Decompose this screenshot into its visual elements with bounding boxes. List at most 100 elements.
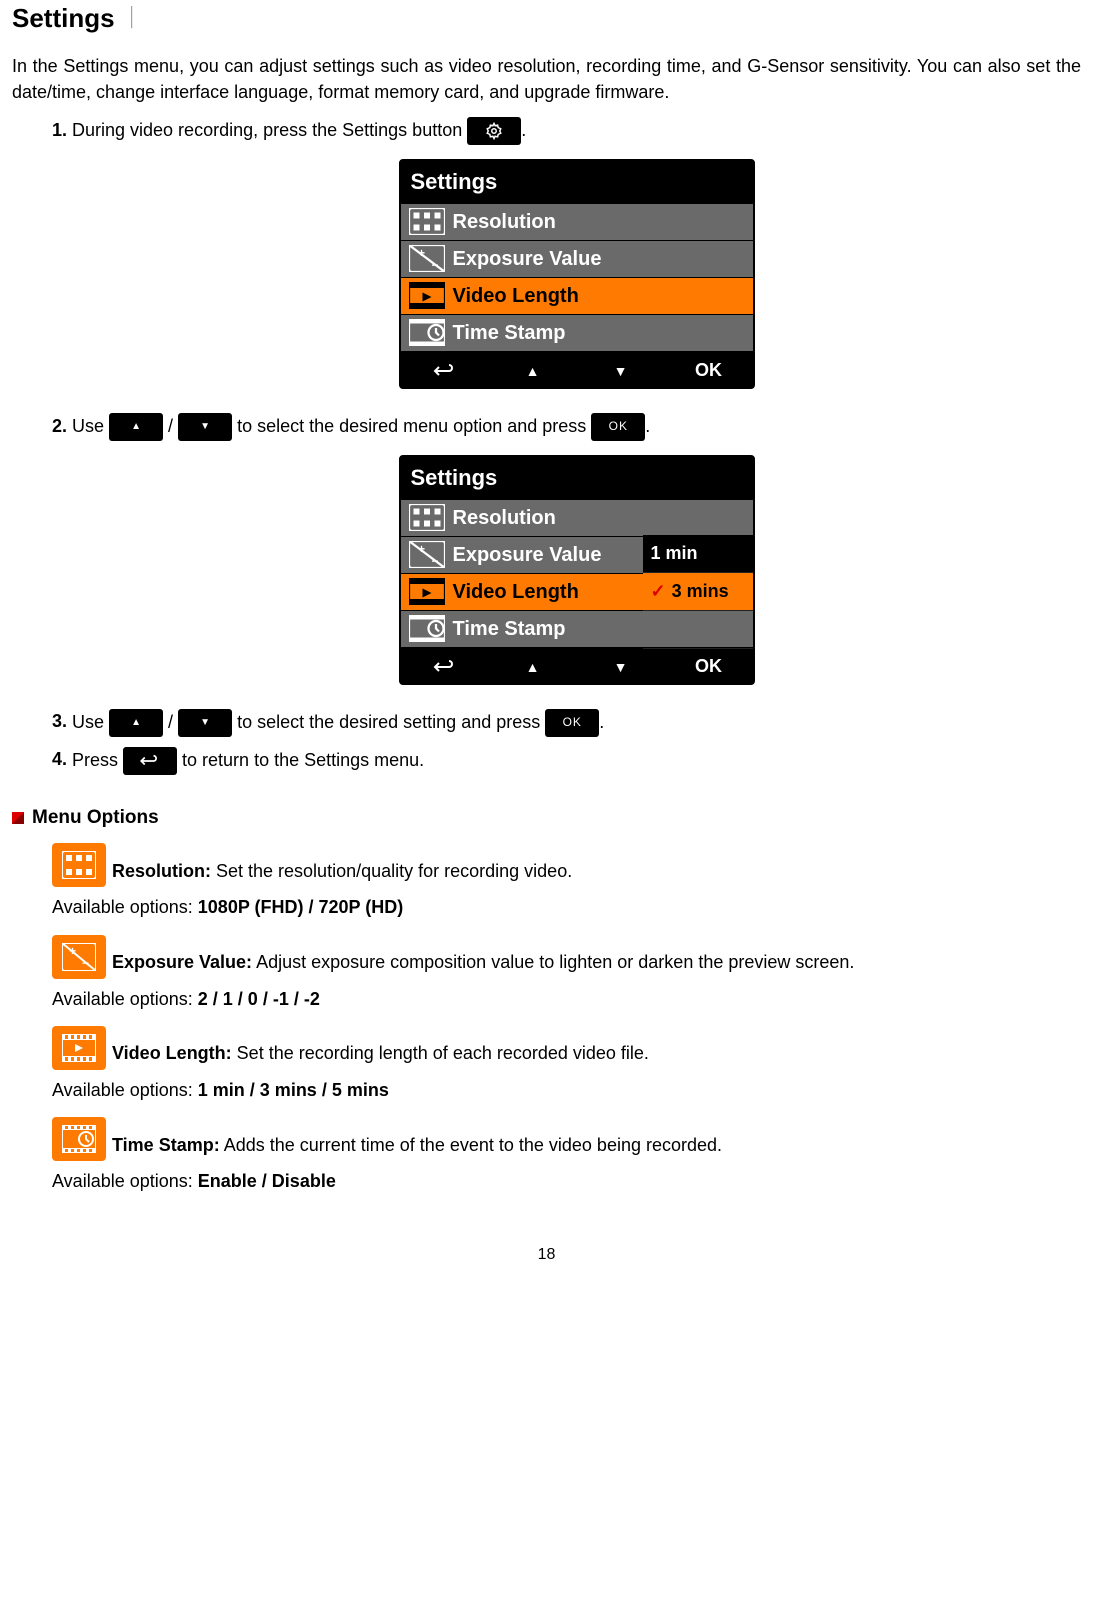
opt-timestamp-avail: Available options: Enable / Disable <box>52 1169 1081 1194</box>
timestamp-icon-2 <box>409 615 445 643</box>
opt-exposure-desc: Adjust exposure composition value to lig… <box>252 952 854 972</box>
ds1-timestamp-label: Time Stamp <box>453 319 566 347</box>
opt-videolength-avail-values: 1 min / 3 mins / 5 mins <box>198 1080 389 1100</box>
svg-text:+: + <box>69 944 76 958</box>
opt-exposure-title: Exposure Value: <box>112 952 252 972</box>
up-triangle-icon-2: ▲ <box>526 659 540 675</box>
ds2-up-button: ▲ <box>489 654 577 679</box>
ds2-bottombar: ▲ ▼ OK <box>401 648 753 683</box>
opt-videolength-title: Video Length: <box>112 1043 232 1063</box>
opt-exposure: +− Exposure Value: Adjust exposure compo… <box>52 935 1081 1012</box>
submenu-opt-1min: 1 min <box>643 535 753 573</box>
ds1-back-button <box>401 358 489 383</box>
ok-button-icon-2 <box>545 709 599 737</box>
step-1: During video recording, press the Settin… <box>72 117 1081 389</box>
up-button-icon <box>109 413 163 441</box>
exposure-option-icon: +− <box>52 935 106 979</box>
opt-timestamp: Time Stamp: Adds the current time of the… <box>52 1117 1081 1194</box>
timestamp-icon <box>409 319 445 347</box>
ds2-resolution-label: Resolution <box>453 504 556 532</box>
up-triangle-icon: ▲ <box>526 363 540 379</box>
ds1-videolength-label: Video Length <box>453 282 579 310</box>
svg-text:+: + <box>418 246 425 260</box>
videolength-icon <box>409 282 445 310</box>
opt-resolution-desc: Set the resolution/quality for recording… <box>211 861 572 881</box>
step-1-text: During video recording, press the Settin… <box>72 120 467 140</box>
opt-exposure-avail-values: 2 / 1 / 0 / -1 / -2 <box>198 989 320 1009</box>
down-triangle-icon: ▼ <box>614 363 628 379</box>
up-button-icon-2 <box>109 709 163 737</box>
ds1-row-timestamp: Time Stamp <box>401 315 753 352</box>
step-3-period: . <box>599 711 604 731</box>
opt-videolength: Video Length: Set the recording length o… <box>52 1026 1081 1103</box>
down-button-icon <box>178 413 232 441</box>
submenu-opt-3mins-label: 3 mins <box>672 579 729 604</box>
step-3-text-b: to select the desired setting and press <box>237 711 545 731</box>
opt-videolength-desc: Set the recording length of each recorde… <box>232 1043 649 1063</box>
menu-options-list: Resolution: Set the resolution/quality f… <box>12 843 1081 1194</box>
menu-options-title: Menu Options <box>32 805 159 832</box>
intro-paragraph: In the Settings menu, you can adjust set… <box>12 54 1081 104</box>
red-bullet-icon <box>12 812 24 824</box>
opt-resolution-avail-values: 1080P (FHD) / 720P (HD) <box>198 897 403 917</box>
opt-exposure-avail-label: Available options: <box>52 989 198 1009</box>
step-4: Press to return to the Settings menu. <box>72 747 1081 775</box>
submenu-opt-1min-label: 1 min <box>651 541 698 566</box>
opt-timestamp-avail-values: Enable / Disable <box>198 1171 336 1191</box>
opt-timestamp-title: Time Stamp: <box>112 1135 220 1155</box>
page-title: Settings︱ <box>12 0 1081 36</box>
resolution-icon-2 <box>409 504 445 532</box>
step-3-text-a: Use <box>72 711 109 731</box>
opt-videolength-avail-label: Available options: <box>52 1080 198 1100</box>
videolength-option-icon <box>52 1026 106 1070</box>
ds2-ok-button: OK <box>665 654 753 679</box>
timestamp-option-icon <box>52 1117 106 1161</box>
opt-resolution-avail-label: Available options: <box>52 897 198 917</box>
ok-button-icon <box>591 413 645 441</box>
step-1-period: . <box>521 120 526 140</box>
opt-videolength-text: Video Length: Set the recording length o… <box>112 1042 649 1069</box>
device-screen-2: Settings Resolution +− Exposure Value Vi… <box>399 455 755 685</box>
device-screen-1: Settings Resolution +− Exposure Value Vi… <box>399 159 755 389</box>
ds1-row-exposure: +− Exposure Value <box>401 241 753 278</box>
ds1-header: Settings <box>401 161 753 204</box>
svg-text:−: − <box>431 258 438 272</box>
ds2-exposure-label: Exposure Value <box>453 541 602 569</box>
opt-timestamp-avail-label: Available options: <box>52 1171 198 1191</box>
ds1-row-resolution: Resolution <box>401 204 753 241</box>
opt-timestamp-text: Time Stamp: Adds the current time of the… <box>112 1134 722 1161</box>
ds1-down-button: ▼ <box>577 358 665 383</box>
ds2-videolength-label: Video Length <box>453 578 579 606</box>
ds1-row-videolength: Video Length <box>401 278 753 315</box>
title-pipe: ︱ <box>119 3 145 33</box>
back-button-icon <box>123 747 177 775</box>
ds1-exposure-label: Exposure Value <box>453 245 602 273</box>
menu-options-header: Menu Options <box>12 805 1081 832</box>
opt-resolution-avail: Available options: 1080P (FHD) / 720P (H… <box>52 895 1081 920</box>
ds1-ok-button: OK <box>665 358 753 383</box>
ds2-row-videolength: Video Length 1 min ✓3 mins 5 mins <box>401 574 753 611</box>
submenu-opt-3mins: ✓3 mins <box>643 573 753 611</box>
exposure-icon: +− <box>409 245 445 273</box>
step-4-text-b: to return to the Settings menu. <box>182 749 424 769</box>
down-triangle-icon-2: ▼ <box>614 659 628 675</box>
svg-text:+: + <box>418 542 425 556</box>
ds2-down-button: ▼ <box>577 654 665 679</box>
ds1-bottombar: ▲ ▼ OK <box>401 352 753 387</box>
opt-resolution-title: Resolution: <box>112 861 211 881</box>
opt-exposure-text: Exposure Value: Adjust exposure composit… <box>112 951 854 978</box>
opt-resolution-text: Resolution: Set the resolution/quality f… <box>112 860 572 887</box>
opt-resolution: Resolution: Set the resolution/quality f… <box>52 843 1081 920</box>
gear-icon <box>467 117 521 145</box>
resolution-option-icon <box>52 843 106 887</box>
opt-timestamp-desc: Adds the current time of the event to th… <box>220 1135 722 1155</box>
step-3: Use / to select the desired setting and … <box>72 709 1081 737</box>
ds1-resolution-label: Resolution <box>453 208 556 236</box>
step-2-period: . <box>645 416 650 436</box>
slash-2: / <box>168 711 178 731</box>
steps-list: During video recording, press the Settin… <box>12 117 1081 775</box>
videolength-icon-2 <box>409 578 445 606</box>
ds2-header: Settings <box>401 457 753 500</box>
step-2: Use / to select the desired menu option … <box>72 413 1081 685</box>
resolution-icon <box>409 208 445 236</box>
